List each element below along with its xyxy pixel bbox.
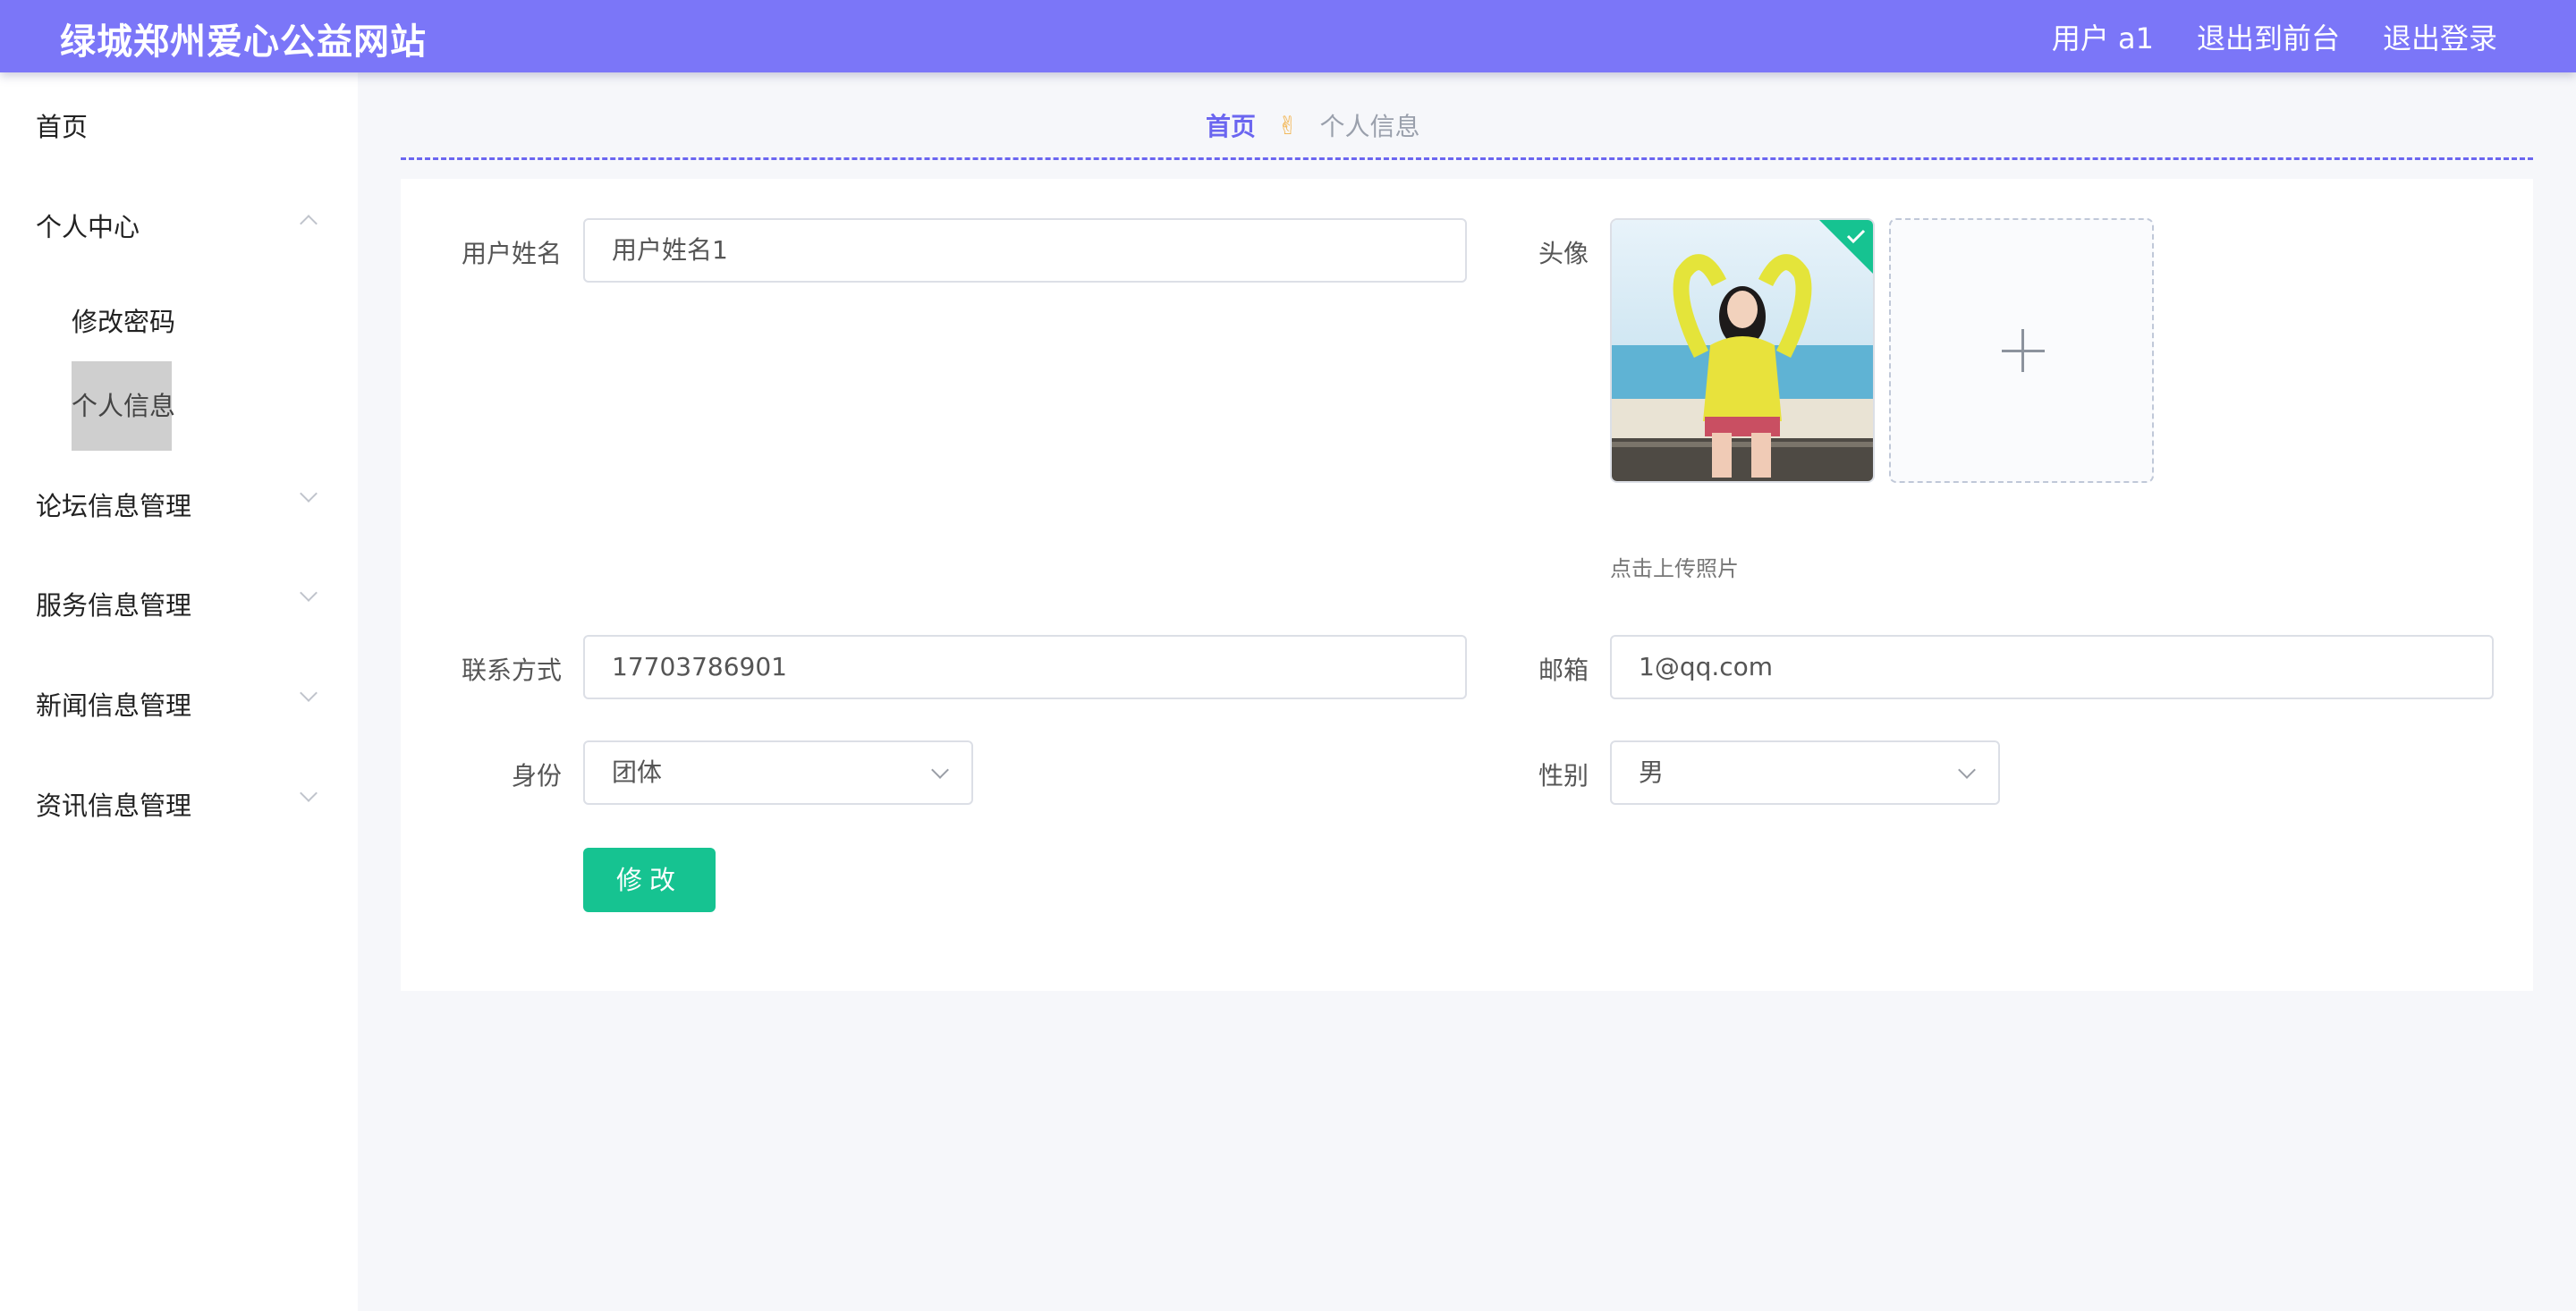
chevron-down-icon	[1958, 761, 1976, 779]
breadcrumb-current: 个人信息	[1319, 112, 1420, 141]
profile-form-card: 用户姓名 用户姓名1 头像 点击上传照片 联系方式 17703786901 邮箱…	[401, 179, 2533, 991]
gender-select[interactable]: 男	[1610, 740, 2000, 805]
header-links: 用户 a1 退出到前台 退出登录	[2052, 16, 2497, 57]
plus-icon	[2021, 329, 2024, 372]
top-header: 绿城郑州爱心公益网站 用户 a1 退出到前台 退出登录	[0, 0, 2576, 72]
sidebar-item-service[interactable]: 服务信息管理	[36, 585, 191, 622]
submit-button[interactable]: 修改	[583, 848, 716, 912]
breadcrumb-divider	[401, 157, 2533, 160]
chevron-down-icon	[300, 584, 318, 602]
sidebar-item-news[interactable]: 新闻信息管理	[36, 685, 191, 723]
upload-hint: 点击上传照片	[1610, 556, 1739, 581]
site-title: 绿城郑州爱心公益网站	[60, 21, 427, 63]
chevron-down-icon	[300, 684, 318, 702]
logout-link[interactable]: 退出登录	[2383, 16, 2497, 57]
identity-select[interactable]: 团体	[583, 740, 973, 805]
identity-select-value: 团体	[612, 757, 663, 787]
upload-photo-button[interactable]	[1889, 218, 2154, 483]
username-input[interactable]: 用户姓名1	[583, 218, 1467, 283]
contact-input[interactable]: 17703786901	[583, 635, 1467, 699]
email-input[interactable]: 1@qq.com	[1610, 635, 2494, 699]
check-icon	[1819, 220, 1873, 274]
chevron-down-icon	[300, 485, 318, 503]
identity-label: 身份	[512, 761, 563, 791]
victory-hand-icon: ✌	[1277, 110, 1299, 140]
sidebar-item-personal-center[interactable]: 个人中心	[36, 207, 140, 244]
sidebar-item-home[interactable]: 首页	[36, 106, 88, 144]
user-name-link[interactable]: 用户 a1	[2052, 16, 2154, 57]
avatar-image[interactable]	[1610, 218, 1875, 483]
sidebar-subitem-change-password[interactable]: 修改密码	[72, 301, 175, 339]
sidebar-subitem-personal-info[interactable]: 个人信息	[72, 361, 175, 451]
gender-label: 性别	[1538, 761, 1589, 791]
gender-select-value: 男	[1639, 757, 1665, 787]
exit-to-front-link[interactable]: 退出到前台	[2197, 16, 2340, 57]
breadcrumb: 首页 ✌ 个人信息	[1206, 107, 1420, 143]
sidebar-item-forum[interactable]: 论坛信息管理	[36, 486, 191, 523]
avatar-label: 头像	[1538, 239, 1589, 268]
username-label: 用户姓名	[462, 239, 563, 268]
sidebar: 首页 个人中心 修改密码 个人信息 论坛信息管理 服务信息管理 新闻信息管理 资…	[0, 72, 358, 1311]
contact-label: 联系方式	[462, 656, 563, 685]
chevron-down-icon	[931, 761, 949, 779]
email-label: 邮箱	[1538, 656, 1589, 685]
chevron-up-icon	[300, 215, 318, 233]
sidebar-item-info[interactable]: 资讯信息管理	[36, 785, 191, 823]
breadcrumb-home[interactable]: 首页	[1206, 107, 1256, 143]
chevron-down-icon	[300, 784, 318, 802]
